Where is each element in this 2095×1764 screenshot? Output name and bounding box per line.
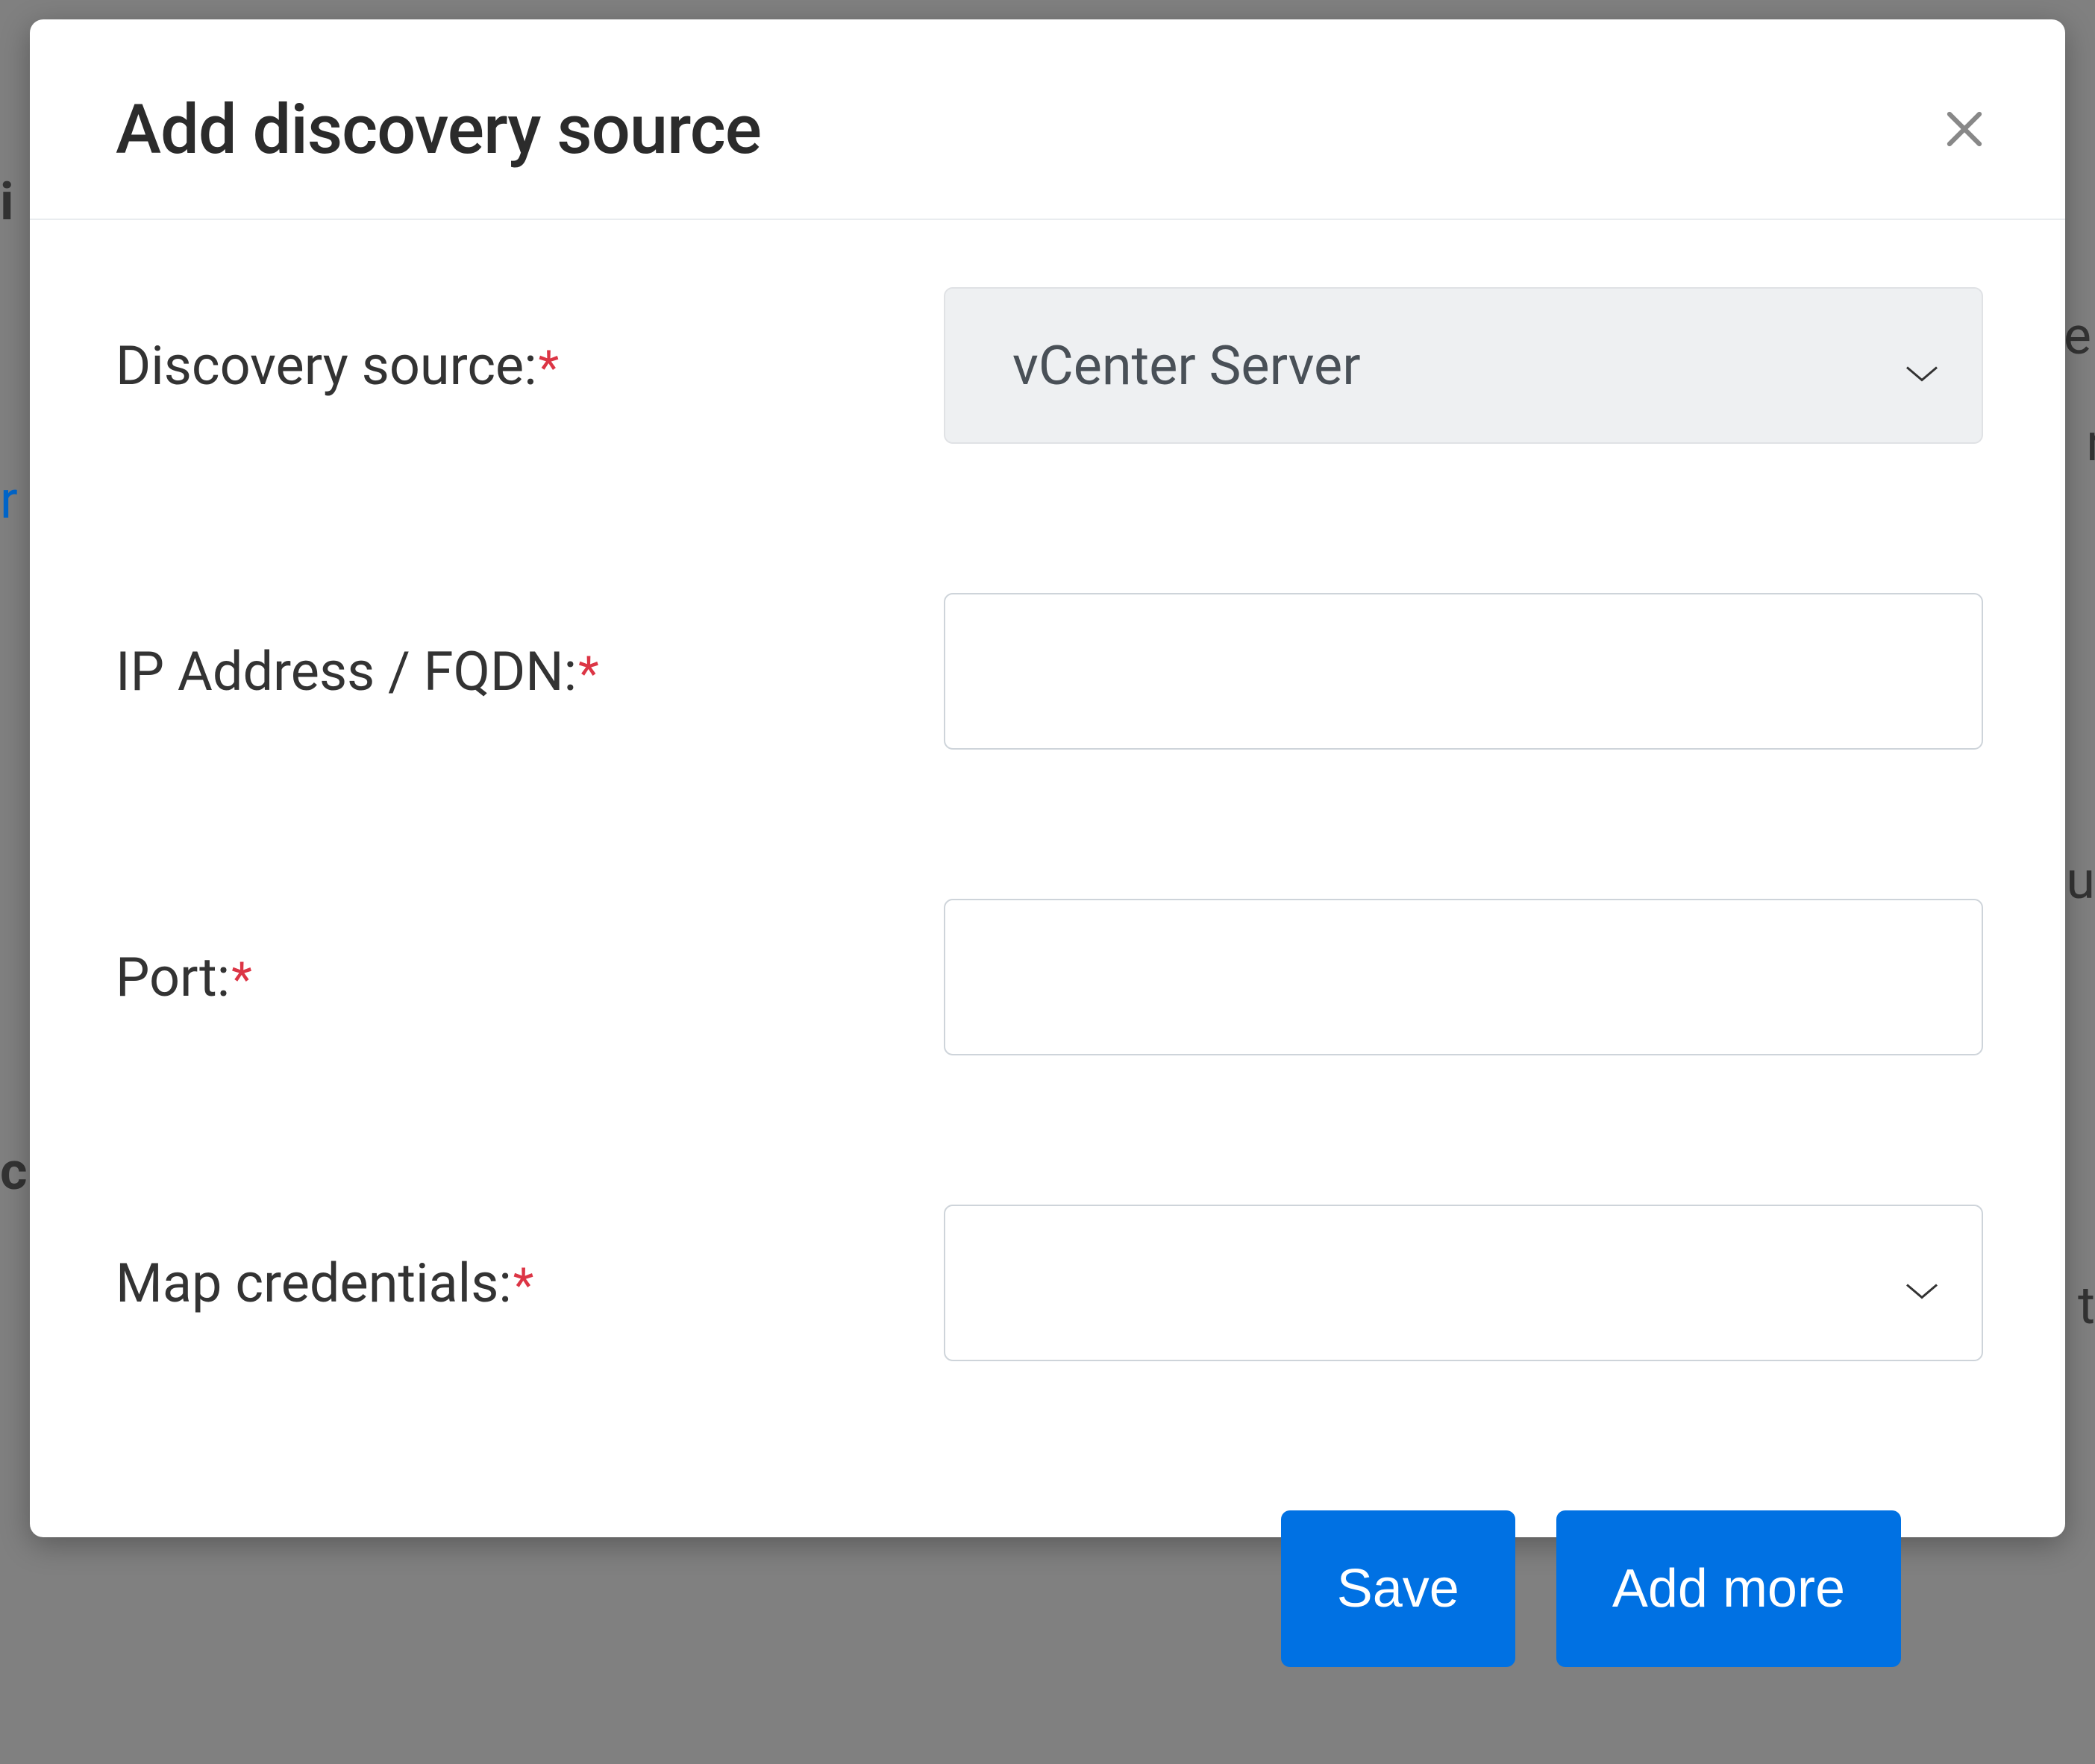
close-icon (1942, 107, 1987, 154)
map-credentials-select[interactable] (944, 1205, 1983, 1361)
discovery-source-control: vCenter Server (944, 287, 1983, 444)
modal-title: Add discovery source (116, 90, 761, 170)
add-more-button[interactable]: Add more (1556, 1510, 1901, 1667)
port-row: Port:* (116, 899, 1983, 1055)
select-value: vCenter Server (1012, 334, 1361, 398)
backdrop-fragment: r (2086, 412, 2095, 474)
map-credentials-control (944, 1205, 1983, 1361)
port-input[interactable] (944, 899, 1983, 1055)
add-discovery-source-modal: Add discovery source Discovery source:* … (30, 19, 2065, 1537)
label-text: IP Address / FQDN: (116, 640, 577, 703)
backdrop-fragment: u (2066, 850, 2095, 911)
discovery-source-label: Discovery source:* (116, 334, 944, 398)
modal-header: Add discovery source (30, 19, 2065, 220)
required-marker: * (578, 646, 599, 702)
backdrop-fragment: c (0, 1141, 27, 1202)
modal-footer: Save Add more (116, 1510, 1983, 1734)
close-button[interactable] (1935, 99, 1994, 161)
port-control (944, 899, 1983, 1055)
ip-fqdn-input[interactable] (944, 593, 1983, 750)
backdrop-fragment: r (0, 470, 18, 531)
label-text: Discovery source: (116, 334, 537, 398)
label-text: Port: (116, 946, 230, 1009)
backdrop-fragment: i (0, 172, 14, 233)
required-marker: * (513, 1258, 534, 1313)
label-text: Map credentials: (116, 1252, 512, 1315)
discovery-source-row: Discovery source:* vCenter Server (116, 287, 1983, 444)
ip-fqdn-row: IP Address / FQDN:* (116, 593, 1983, 750)
ip-fqdn-control (944, 593, 1983, 750)
chevron-down-icon (1903, 334, 1941, 398)
discovery-source-select[interactable]: vCenter Server (944, 287, 1983, 444)
modal-body: Discovery source:* vCenter Server IP Add… (30, 220, 2065, 1764)
ip-fqdn-label: IP Address / FQDN:* (116, 640, 944, 703)
map-credentials-label: Map credentials:* (116, 1252, 944, 1315)
chevron-down-icon (1903, 1252, 1941, 1315)
port-label: Port:* (116, 946, 944, 1009)
save-button[interactable]: Save (1281, 1510, 1515, 1667)
required-marker: * (539, 340, 560, 396)
map-credentials-row: Map credentials:* (116, 1205, 1983, 1361)
required-marker: * (231, 952, 252, 1008)
backdrop-fragment: t (2078, 1275, 2095, 1337)
backdrop-fragment: e (2064, 306, 2091, 367)
